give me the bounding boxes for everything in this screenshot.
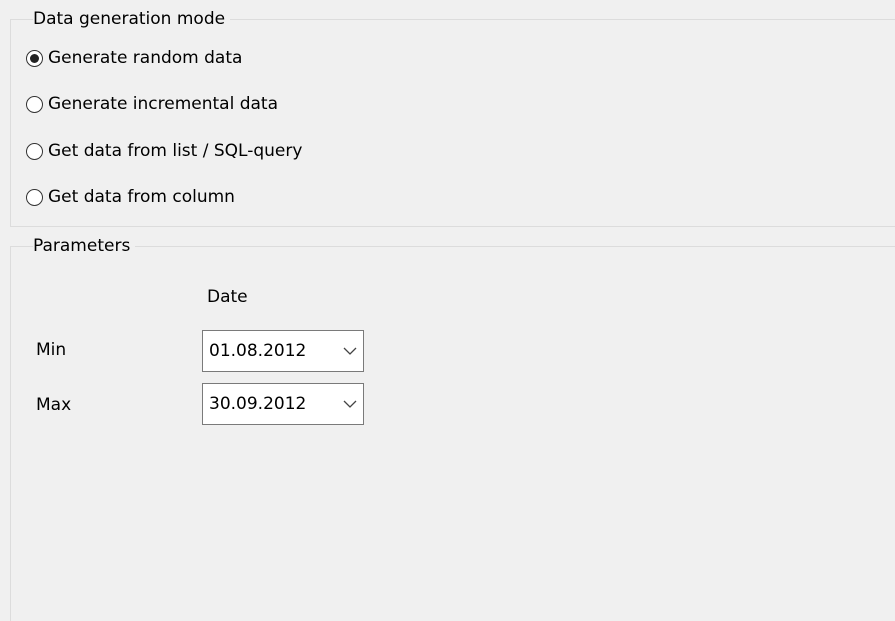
radio-list-sql-query[interactable]: Get data from list / SQL-query: [26, 139, 302, 163]
max-label: Max: [36, 395, 72, 415]
radio-selected-dot: [30, 53, 39, 63]
min-date-picker[interactable]: 01.08.2012: [202, 330, 364, 372]
radio-generate-incremental[interactable]: Generate incremental data: [26, 92, 278, 116]
parameters-legend: Parameters: [33, 236, 136, 256]
min-date-value[interactable]: 01.08.2012: [203, 341, 337, 361]
max-date-picker[interactable]: 30.09.2012: [202, 383, 364, 425]
radio-button-icon[interactable]: [26, 49, 43, 67]
chevron-down-icon[interactable]: [337, 331, 363, 371]
date-column-header: Date: [207, 287, 248, 307]
chevron-down-icon[interactable]: [337, 384, 363, 424]
data-generation-mode-legend: Data generation mode: [33, 9, 231, 29]
radio-button-icon[interactable]: [26, 188, 43, 206]
radio-generate-incremental-label[interactable]: Generate incremental data: [48, 94, 278, 114]
min-label: Min: [36, 340, 67, 360]
radio-button-icon[interactable]: [26, 142, 43, 160]
radio-generate-random[interactable]: Generate random data: [26, 46, 242, 70]
max-date-value[interactable]: 30.09.2012: [203, 394, 337, 414]
radio-generate-random-label[interactable]: Generate random data: [48, 48, 242, 68]
radio-from-column-label[interactable]: Get data from column: [48, 187, 235, 207]
parameters-group: Parameters Date Min 01.08.2012 Max 30.09…: [10, 236, 895, 621]
radio-from-column[interactable]: Get data from column: [26, 185, 235, 209]
radio-list-sql-query-label[interactable]: Get data from list / SQL-query: [48, 141, 302, 161]
radio-button-icon[interactable]: [26, 95, 43, 113]
data-generation-panel: Data generation mode Generate random dat…: [0, 0, 895, 621]
data-generation-mode-group: Data generation mode Generate random dat…: [10, 9, 895, 227]
